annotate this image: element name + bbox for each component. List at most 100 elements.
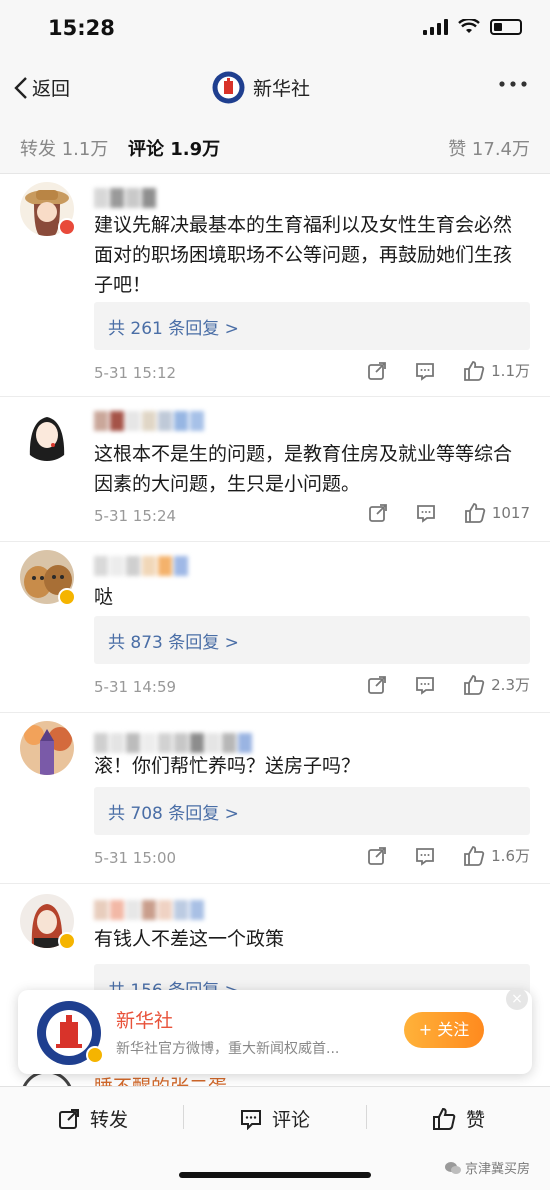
share-icon — [59, 1108, 79, 1129]
like-button[interactable]: 1.1万 — [463, 360, 530, 381]
share-icon — [368, 361, 387, 380]
comment-icon — [416, 362, 435, 381]
reply-box: 共 708 条回复 > — [94, 787, 530, 835]
tabs-bar: 转发 1.1万 评论 1.9万 赞 17.4万 — [0, 118, 550, 174]
share-button[interactable] — [367, 361, 387, 381]
like-count: 1017 — [491, 504, 530, 522]
nav-account[interactable]: 新华社 — [212, 71, 310, 104]
reply-button[interactable] — [415, 846, 435, 866]
comment-icon — [416, 505, 435, 523]
thumbs-up-icon — [433, 1107, 456, 1130]
comment-text: 这根本不是生的问题，是教育住房及就业等等综合因素的大问题，生只是小问题。 — [94, 443, 513, 495]
comment-time: 5-31 14:59 — [94, 678, 177, 696]
thumbs-up-icon — [464, 503, 486, 523]
bottom-repost-label: 转发 — [90, 1109, 129, 1131]
comment-actions: 1.6万 — [339, 845, 530, 866]
divider — [183, 1105, 184, 1129]
share-icon — [368, 675, 387, 694]
comment-text: 哒 — [94, 586, 114, 608]
comment-text: 建议先解决最基本的生育福利以及女性生育会必然面对的职场困境职场不公等问题，再鼓励… — [94, 214, 513, 296]
share-button[interactable] — [367, 675, 387, 695]
follow-card[interactable]: 新华社 新华社官方微博，重大新闻权威首... + 关注 × — [18, 988, 532, 1074]
like-button[interactable]: 2.3万 — [463, 674, 530, 695]
verified-badge-icon — [86, 1046, 104, 1064]
back-label: 返回 — [32, 78, 71, 100]
home-indicator[interactable] — [179, 1172, 371, 1178]
username-blurred — [94, 411, 204, 431]
xinhua-logo-icon — [212, 71, 245, 104]
like-button[interactable]: 1017 — [464, 503, 530, 523]
back-button[interactable]: 返回 — [14, 74, 70, 101]
reply-count-link[interactable]: 共 261 条回复 > — [108, 314, 239, 339]
username-blurred — [94, 733, 252, 753]
comment-item: 滚！你们帮忙养吗？送房子吗？ 共 708 条回复 > 5-31 15:00 1.… — [0, 713, 550, 883]
wechat-icon — [444, 1161, 461, 1174]
divider — [366, 1105, 367, 1129]
reply-box: 共 873 条回复 > — [94, 616, 530, 664]
comment-time: 5-31 15:24 — [94, 507, 177, 525]
bottom-comment-button[interactable]: 评论 — [240, 1105, 310, 1132]
comment-item: 这根本不是生的问题，是教育住房及就业等等综合因素的大问题，生只是小问题。 5-3… — [0, 397, 550, 541]
thumbs-up-icon — [464, 360, 485, 381]
comment-text: 有钱人不差这一个政策 — [94, 928, 285, 950]
comment-icon — [416, 676, 435, 695]
comment-actions: 1017 — [340, 503, 530, 523]
like-count: 2.3万 — [491, 676, 530, 694]
comment-actions: 1.1万 — [339, 360, 530, 381]
tab-like[interactable]: 赞 17.4万 — [448, 135, 530, 161]
nav-bar: 返回 新华社 — [0, 60, 550, 118]
username-blurred — [94, 188, 156, 208]
bottom-like-button[interactable]: 赞 — [432, 1105, 485, 1132]
tab-repost[interactable]: 转发 1.1万 — [20, 135, 108, 161]
thumbs-up-icon — [464, 845, 485, 866]
avatar[interactable] — [20, 721, 74, 775]
share-button[interactable] — [368, 503, 388, 523]
like-button[interactable]: 1.6万 — [463, 845, 530, 866]
verified-badge-icon — [58, 218, 76, 236]
close-icon[interactable]: × — [506, 988, 528, 1010]
signal-icon — [423, 19, 448, 35]
reply-count-link[interactable]: 共 708 条回复 > — [108, 799, 239, 824]
like-count: 1.1万 — [491, 362, 530, 380]
watermark: 京津冀买房 — [444, 1158, 530, 1177]
comment-time: 5-31 15:12 — [94, 364, 177, 382]
card-description: 新华社官方微博，重大新闻权威首... — [116, 1041, 340, 1057]
nav-title: 新华社 — [253, 78, 311, 100]
card-account-name[interactable]: 新华社 — [116, 1006, 173, 1033]
comment-text: 滚！你们帮忙养吗？送房子吗？ — [94, 755, 361, 777]
comment-item: 哒 共 873 条回复 > 5-31 14:59 2.3万 — [0, 542, 550, 712]
like-count: 1.6万 — [491, 847, 530, 865]
reply-button[interactable] — [416, 503, 436, 523]
reply-button[interactable] — [415, 361, 435, 381]
comment-item: 建议先解决最基本的生育福利以及女性生育会必然面对的职场困境职场不公等问题，再鼓励… — [0, 174, 550, 396]
chevron-left-icon — [14, 76, 27, 99]
bottom-repost-button[interactable]: 转发 — [58, 1105, 128, 1132]
share-icon — [368, 846, 387, 865]
reply-count-link[interactable]: 共 873 条回复 > — [108, 628, 239, 653]
share-icon — [368, 504, 387, 522]
tab-comment[interactable]: 评论 1.9万 — [128, 135, 220, 161]
comment-actions: 2.3万 — [339, 674, 530, 695]
comment-icon — [416, 847, 435, 866]
reply-button[interactable] — [415, 675, 435, 695]
bottom-comment-label: 评论 — [272, 1109, 311, 1131]
more-icon[interactable] — [498, 80, 528, 88]
bottom-like-label: 赞 — [466, 1109, 486, 1131]
thumbs-up-icon — [464, 674, 485, 695]
verified-badge-icon — [58, 588, 76, 606]
username-blurred — [94, 900, 204, 920]
verified-badge-icon — [58, 932, 76, 950]
status-bar: 15:28 — [0, 0, 550, 60]
avatar[interactable] — [20, 407, 74, 461]
wifi-icon — [458, 19, 480, 33]
reply-box: 共 261 条回复 > — [94, 302, 530, 350]
battery-icon — [490, 19, 522, 35]
comment-time: 5-31 15:00 — [94, 849, 177, 867]
watermark-text: 京津冀买房 — [464, 1162, 530, 1177]
username-blurred — [94, 556, 188, 576]
status-time: 15:28 — [48, 16, 115, 40]
follow-button[interactable]: + 关注 — [404, 1012, 484, 1048]
share-button[interactable] — [367, 846, 387, 866]
comment-icon — [241, 1109, 261, 1130]
status-icons — [423, 19, 522, 35]
